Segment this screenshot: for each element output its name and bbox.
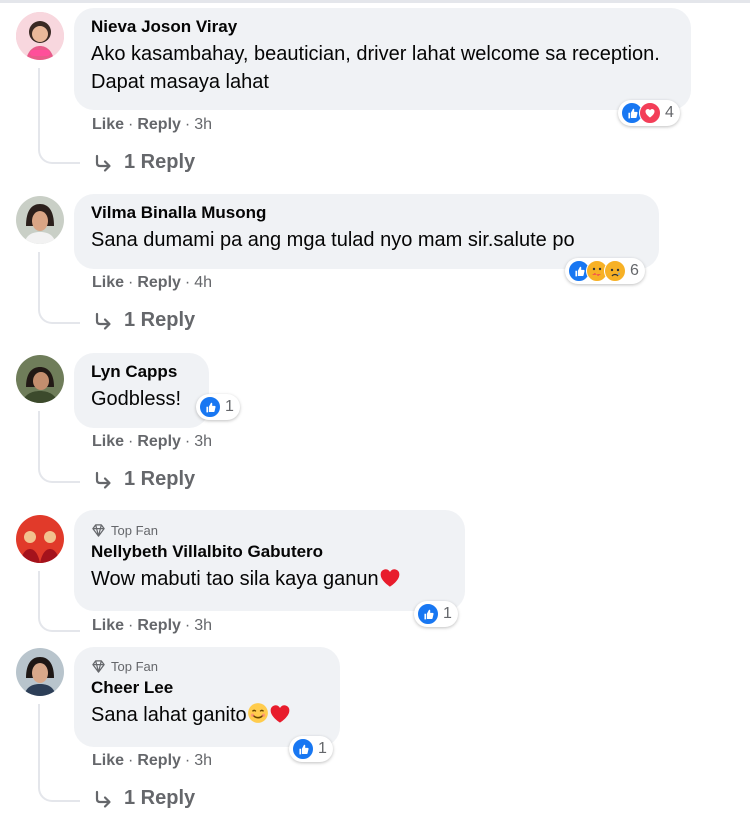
reply-button[interactable]: Reply bbox=[137, 274, 181, 292]
separator: · bbox=[184, 116, 191, 133]
reaction-summary[interactable]: 1 bbox=[414, 601, 458, 627]
reply-button[interactable]: Reply bbox=[137, 617, 181, 635]
heart-emoji bbox=[269, 704, 291, 732]
thread-line bbox=[38, 411, 80, 483]
replies-label: 1 Reply bbox=[124, 468, 196, 490]
reply-arrow-icon bbox=[94, 311, 114, 331]
comment-bubble: Vilma Binalla Musong Sana dumami pa ang … bbox=[74, 194, 659, 269]
timestamp[interactable]: 3h bbox=[194, 752, 212, 770]
like-button[interactable]: Like bbox=[92, 116, 124, 134]
sad-icon bbox=[604, 260, 626, 282]
like-icon bbox=[417, 603, 439, 625]
timestamp[interactable]: 3h bbox=[194, 433, 212, 451]
avatar-image bbox=[16, 515, 64, 563]
comment-bubble: Top Fan Nellybeth Villalbito Gabutero Wo… bbox=[74, 510, 465, 611]
separator: · bbox=[128, 433, 134, 450]
reaction-count: 4 bbox=[665, 104, 674, 121]
separator: · bbox=[128, 617, 134, 634]
view-replies-button[interactable]: 1 Reply bbox=[94, 309, 195, 332]
comment-author[interactable]: Nellybeth Villalbito Gabutero bbox=[91, 542, 451, 562]
comment-text: Godbless! bbox=[91, 388, 182, 410]
separator: · bbox=[128, 752, 134, 769]
comment-actions: Like · Reply · 3h bbox=[92, 752, 212, 770]
reaction-count: 1 bbox=[318, 740, 327, 757]
avatar-image bbox=[16, 355, 64, 403]
comment-author[interactable]: Lyn Capps bbox=[91, 362, 195, 382]
reply-arrow-icon bbox=[94, 153, 114, 173]
comment-text: Sana dumami pa ang mga tulad nyo mam sir… bbox=[91, 229, 575, 251]
like-button[interactable]: Like bbox=[92, 617, 124, 635]
separator: · bbox=[184, 617, 191, 634]
reaction-summary[interactable]: 1 bbox=[289, 736, 333, 762]
reply-button[interactable]: Reply bbox=[137, 752, 181, 770]
diamond-icon bbox=[91, 523, 106, 538]
replies-label: 1 Reply bbox=[124, 787, 196, 809]
view-replies-button[interactable]: 1 Reply bbox=[94, 787, 195, 810]
love-icon bbox=[639, 102, 661, 124]
top-divider bbox=[0, 0, 750, 3]
reaction-summary[interactable]: 6 bbox=[565, 258, 645, 284]
avatar-image bbox=[16, 196, 64, 244]
comment-author[interactable]: Cheer Lee bbox=[91, 678, 326, 698]
reaction-count: 1 bbox=[225, 398, 234, 415]
like-button[interactable]: Like bbox=[92, 274, 124, 292]
top-fan-badge: Top Fan bbox=[91, 523, 451, 538]
comment-bubble: Lyn Capps Godbless! bbox=[74, 353, 209, 428]
diamond-icon bbox=[91, 659, 106, 674]
comment-bubble: Top Fan Cheer Lee Sana lahat ganito bbox=[74, 647, 340, 747]
timestamp[interactable]: 3h bbox=[194, 617, 212, 635]
comment-actions: Like · Reply · 3h bbox=[92, 433, 212, 451]
comment-text: Sana lahat ganito bbox=[91, 701, 326, 732]
like-button[interactable]: Like bbox=[92, 752, 124, 770]
comment-text-content: Sana lahat ganito bbox=[91, 704, 247, 726]
replies-label: 1 Reply bbox=[124, 309, 196, 331]
reply-button[interactable]: Reply bbox=[137, 116, 181, 134]
reply-button[interactable]: Reply bbox=[137, 433, 181, 451]
comment-text: Ako kasambahay, beautician, driver lahat… bbox=[91, 43, 660, 93]
timestamp[interactable]: 4h bbox=[194, 274, 212, 292]
smile-emoji bbox=[247, 702, 269, 732]
comment-text-content: Wow mabuti tao sila kaya ganun bbox=[91, 568, 379, 590]
reaction-count: 1 bbox=[443, 605, 452, 622]
separator: · bbox=[128, 274, 134, 291]
separator: · bbox=[184, 274, 191, 291]
comment-author[interactable]: Vilma Binalla Musong bbox=[91, 203, 645, 223]
comment-text: Wow mabuti tao sila kaya ganun bbox=[91, 565, 451, 596]
avatar[interactable] bbox=[16, 196, 64, 244]
thread-line bbox=[38, 252, 80, 324]
separator: · bbox=[128, 116, 134, 133]
reaction-summary[interactable]: 4 bbox=[618, 100, 680, 126]
badge-label: Top Fan bbox=[111, 523, 158, 538]
replies-label: 1 Reply bbox=[124, 151, 196, 173]
like-icon bbox=[199, 396, 221, 418]
comment-bubble: Nieva Joson Viray Ako kasambahay, beauti… bbox=[74, 8, 691, 110]
reaction-summary[interactable]: 1 bbox=[196, 394, 240, 420]
reaction-count: 6 bbox=[630, 262, 639, 279]
avatar[interactable] bbox=[16, 648, 64, 696]
avatar[interactable] bbox=[16, 12, 64, 60]
heart-emoji bbox=[379, 568, 401, 596]
like-icon bbox=[292, 738, 314, 760]
separator: · bbox=[184, 752, 191, 769]
badge-label: Top Fan bbox=[111, 659, 158, 674]
like-button[interactable]: Like bbox=[92, 433, 124, 451]
reply-arrow-icon bbox=[94, 789, 114, 809]
separator: · bbox=[184, 433, 191, 450]
comment-actions: Like · Reply · 4h bbox=[92, 274, 212, 292]
view-replies-button[interactable]: 1 Reply bbox=[94, 468, 195, 491]
comment-actions: Like · Reply · 3h bbox=[92, 617, 212, 635]
comment-author[interactable]: Nieva Joson Viray bbox=[91, 17, 677, 37]
avatar[interactable] bbox=[16, 515, 64, 563]
avatar-image bbox=[16, 648, 64, 696]
avatar[interactable] bbox=[16, 355, 64, 403]
comment-actions: Like · Reply · 3h bbox=[92, 116, 212, 134]
top-fan-badge: Top Fan bbox=[91, 659, 326, 674]
avatar-image bbox=[16, 12, 64, 60]
reply-arrow-icon bbox=[94, 470, 114, 490]
timestamp[interactable]: 3h bbox=[194, 116, 212, 134]
view-replies-button[interactable]: 1 Reply bbox=[94, 151, 195, 174]
